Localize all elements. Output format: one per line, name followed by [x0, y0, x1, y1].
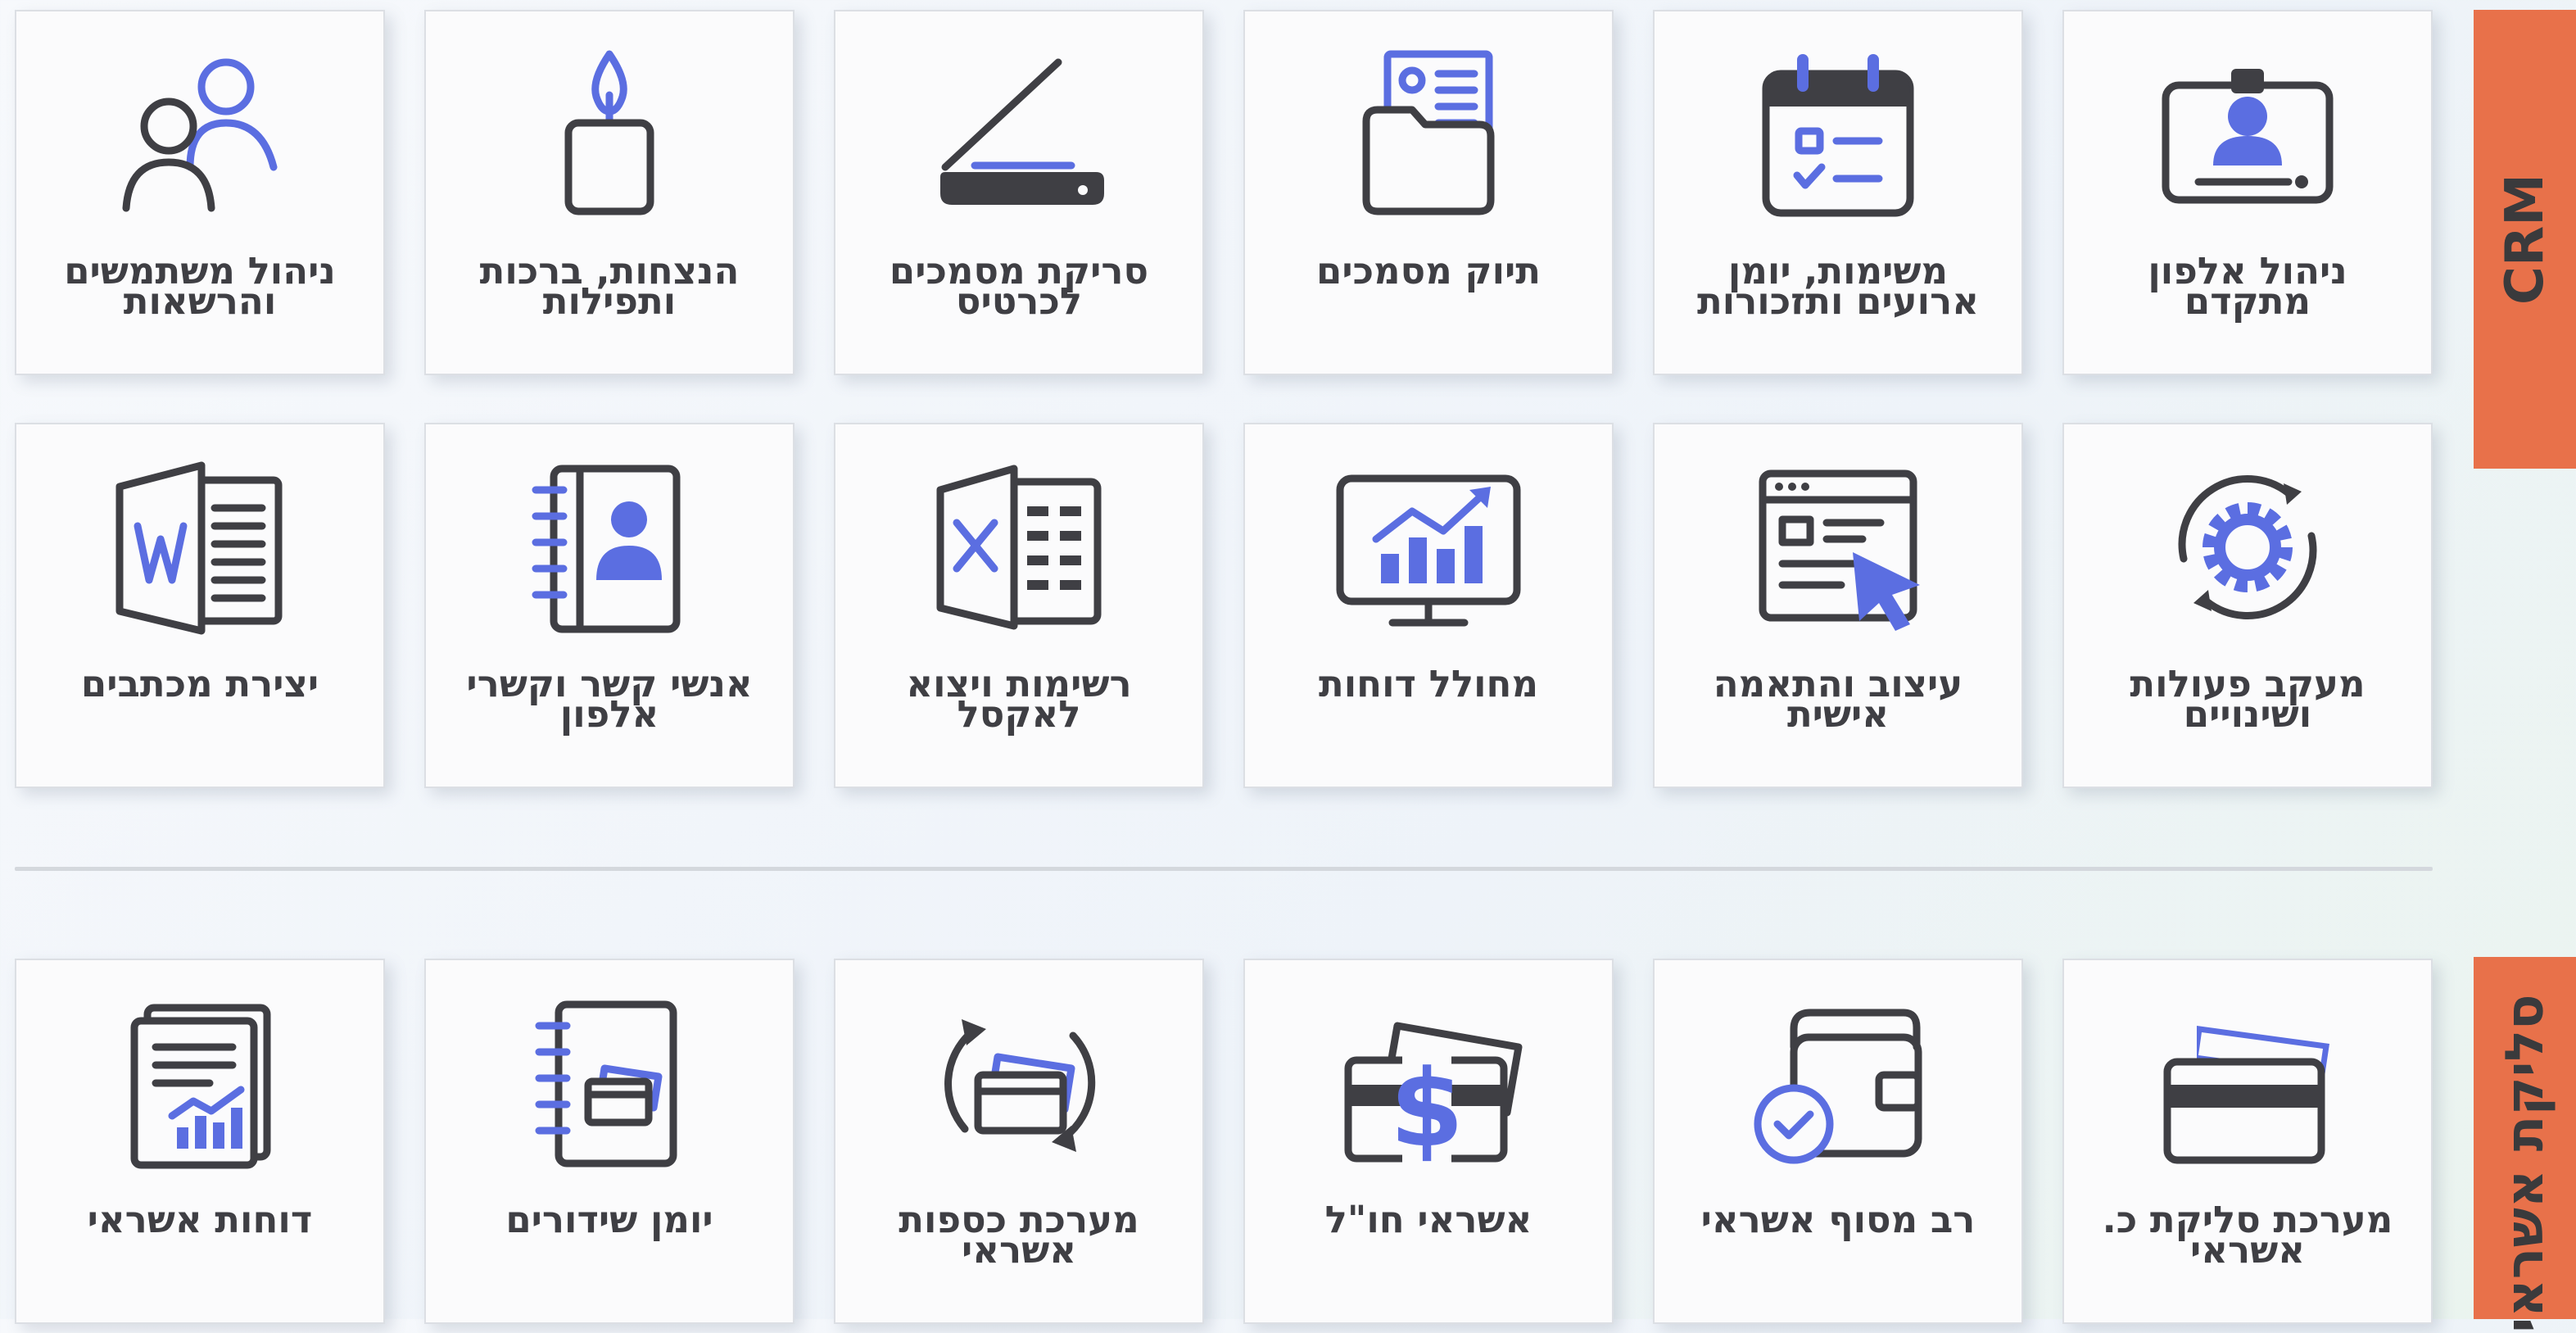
tile-letter-creation[interactable]: יצירת מכתבים — [15, 423, 385, 788]
tile-label: דוחות אשראי — [87, 1198, 313, 1241]
section-divider — [15, 867, 2433, 871]
tile-advanced-contacts[interactable]: ניהול אלפון מתקדם — [2062, 10, 2433, 375]
section-label-credit: סליקת אשראי — [2494, 994, 2556, 1333]
browser-cursor-icon — [1740, 457, 1936, 637]
candle-icon — [511, 44, 708, 224]
tile-credit-clearing[interactable]: מערכת סליקת כ. אשראי — [2062, 959, 2433, 1324]
tile-credit-vault[interactable]: מערכת כספות אשראי — [834, 959, 1204, 1324]
users-icon — [102, 44, 298, 224]
section-label-crm: CRM — [2494, 174, 2556, 305]
section-tab-crm: CRM — [2474, 10, 2576, 469]
tile-contacts[interactable]: אנשי קשר וקשרי אלפון — [424, 423, 795, 788]
tile-label: מערכת כספות אשראי — [899, 1198, 1139, 1272]
tile-multi-terminal[interactable]: רב מסוף אשראי — [1653, 959, 2023, 1324]
document-folder-icon — [1330, 44, 1527, 224]
tile-document-filing[interactable]: תיוק מסמכים — [1243, 10, 1614, 375]
tile-user-management[interactable]: ניהול משתמשים והרשאות — [15, 10, 385, 375]
card-notebook-icon — [511, 993, 708, 1173]
tile-label: עיצוב והתאמה אישית — [1713, 662, 1963, 736]
tile-label: משימות, יומן ארועים ותזכורות — [1697, 249, 1979, 323]
dollar-cards-icon: $ — [1330, 993, 1527, 1173]
card-cycle-icon — [921, 993, 1117, 1173]
tile-memorials[interactable]: הנצחות, ברכות ותפילות — [424, 10, 795, 375]
tile-label: ניהול אלפון מתקדם — [2148, 249, 2347, 323]
tile-label: סריקת מסמכים לכרטיס — [889, 249, 1149, 323]
tile-tasks-calendar[interactable]: משימות, יומן ארועים ותזכורות — [1653, 10, 2023, 375]
tile-document-scanning[interactable]: סריקת מסמכים לכרטיס — [834, 10, 1204, 375]
credit-cards-icon — [2149, 993, 2346, 1173]
tile-label: מערכת סליקת כ. אשראי — [2102, 1198, 2393, 1272]
tile-label: תיוק מסמכים — [1315, 249, 1542, 292]
id-card-icon — [2149, 44, 2346, 224]
wallet-check-icon — [1740, 993, 1936, 1173]
calendar-checklist-icon — [1740, 44, 1936, 224]
tile-label: רב מסוף אשראי — [1700, 1198, 1976, 1241]
tile-customization[interactable]: עיצוב והתאמה אישית — [1653, 423, 2023, 788]
tile-report-generator[interactable]: מחולל דוחות — [1243, 423, 1614, 788]
tile-credit-reports[interactable]: דוחות אשראי — [15, 959, 385, 1324]
tile-label: יומן שידורים — [505, 1198, 713, 1241]
tile-foreign-credit[interactable]: $ אשראי חו"ל — [1243, 959, 1614, 1324]
monitor-chart-icon — [1330, 457, 1527, 637]
tile-label: רשימות ויצוא לאקסל — [906, 662, 1132, 736]
tile-label: הנצחות, ברכות ותפילות — [479, 249, 740, 323]
address-book-icon — [511, 457, 708, 637]
svg-text:$: $ — [1390, 1046, 1464, 1171]
section-tab-credit: סליקת אשראי — [2474, 957, 2576, 1333]
scanner-icon — [921, 44, 1117, 224]
tile-label: יצירת מכתבים — [80, 662, 319, 705]
tile-label: מעקב פעולות ושינויים — [2130, 662, 2365, 736]
excel-icon — [921, 457, 1117, 637]
tile-label: אשראי חו"ל — [1324, 1198, 1532, 1241]
tile-label: אנשי קשר וקשרי אלפון — [466, 662, 753, 736]
tile-label: ניהול משתמשים והרשאות — [64, 249, 336, 323]
report-document-icon — [102, 993, 298, 1173]
tile-transmission-log[interactable]: יומן שידורים — [424, 959, 795, 1324]
gear-cycle-icon — [2149, 457, 2346, 637]
tile-label: מחולל דוחות — [1318, 662, 1539, 705]
word-icon — [102, 457, 298, 637]
tile-excel-export[interactable]: רשימות ויצוא לאקסל — [834, 423, 1204, 788]
tile-activity-tracking[interactable]: מעקב פעולות ושינויים — [2062, 423, 2433, 788]
